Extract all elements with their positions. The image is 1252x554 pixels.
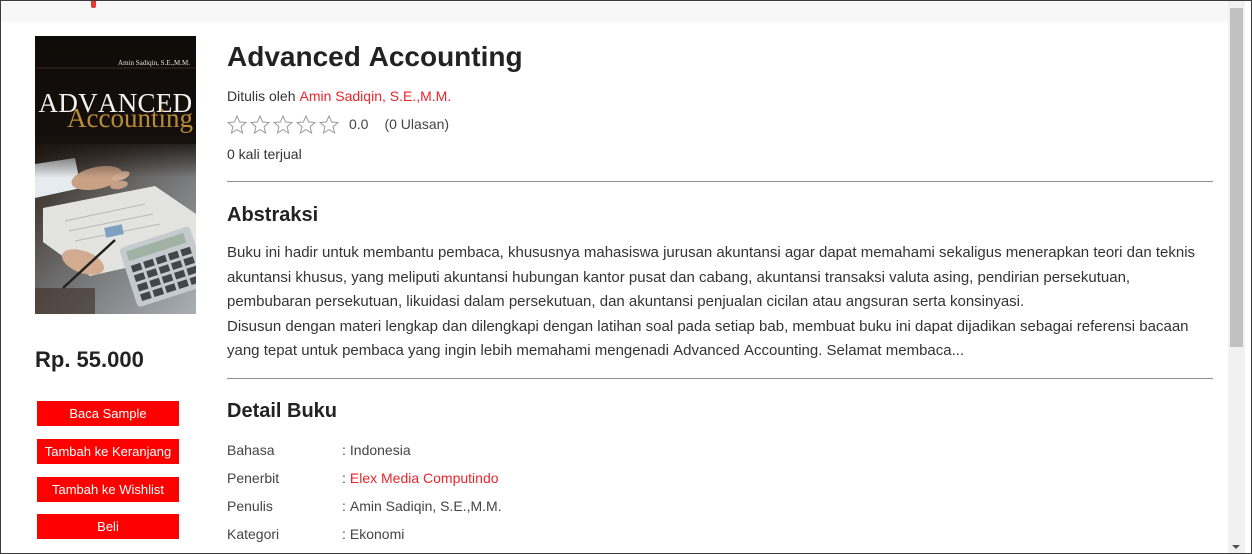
header-remnant [1,1,1228,22]
abstract-text: Buku ini hadir untuk membantu pembaca, k… [227,241,1211,364]
rating-value: 0.0 [349,116,369,132]
read-sample-button[interactable]: Baca Sample [37,401,179,426]
star-outline-icon [227,114,247,134]
add-to-cart-button[interactable]: Tambah ke Keranjang [37,439,179,464]
detail-label: Penerbit [227,470,280,486]
rating-row: 0.0 (0 Ulasan) [227,112,449,136]
abstract-paragraph: Buku ini hadir untuk membantu pembaca, k… [227,244,1196,310]
detail-separator: : [342,526,346,542]
cover-title-line2: Accounting [67,103,193,133]
detail-label: Penulis [227,498,273,514]
header-accent-mark [91,1,96,8]
detail-row-author: Penulis : Amin Sadiqin, S.E.,M.M. [227,492,502,520]
section-divider [227,378,1213,379]
scrollbar-thumb[interactable] [1230,8,1243,347]
detail-separator: : [342,470,346,486]
browser-viewport: Amin Sadiqin, S.E.,M.M. ADVANCED Account… [0,0,1252,554]
cover-artwork [35,36,196,314]
byline: Ditulis oleh Amin Sadiqin, S.E.,M.M. [227,86,451,106]
detail-value-publisher-link[interactable]: Elex Media Computindo [350,464,499,492]
detail-value-author: Amin Sadiqin, S.E.,M.M. [349,498,502,514]
book-cover: Amin Sadiqin, S.E.,M.M. ADVANCED Account… [35,36,196,314]
detail-label: Bahasa [227,442,275,458]
detail-heading: Detail Buku [227,400,338,422]
star-outline-icon [296,114,316,134]
add-to-wishlist-button[interactable]: Tambah ke Wishlist [37,477,179,502]
section-divider [227,181,1213,182]
sold-count: 0 kali terjual [227,146,302,162]
detail-row-publisher: Penerbit : Elex Media Computindo [227,464,502,492]
cover-author-text: Amin Sadiqin, S.E.,M.M. [118,59,190,67]
detail-row-category: Kategori : Ekonomi [227,520,502,548]
author-link[interactable]: Amin Sadiqin, S.E.,M.M. [299,88,451,104]
rating-stars [227,114,339,134]
detail-value-language: Indonesia [349,442,411,458]
detail-separator: : [342,442,346,458]
chevron-down-icon[interactable] [1232,545,1240,549]
vertical-scrollbar[interactable] [1228,1,1245,553]
book-title: Advanced Accounting [227,41,523,72]
detail-row-language: Bahasa : Indonesia [227,436,502,464]
star-outline-icon [273,114,293,134]
abstract-paragraph: Disusun dengan materi lengkap dan dileng… [227,317,1189,360]
detail-separator: : [342,498,346,514]
detail-label: Kategori [227,526,280,542]
star-outline-icon [319,114,339,134]
byline-prefix: Ditulis oleh [227,88,296,104]
detail-table: Bahasa : Indonesia Penerbit : Elex Media… [227,436,502,548]
star-outline-icon [250,114,270,134]
book-price: Rp. 55.000 [35,347,144,372]
abstract-heading: Abstraksi [227,204,319,226]
review-count: (0 Ulasan) [384,116,450,132]
buy-button[interactable]: Beli [37,514,179,539]
detail-value-category: Ekonomi [349,526,405,542]
